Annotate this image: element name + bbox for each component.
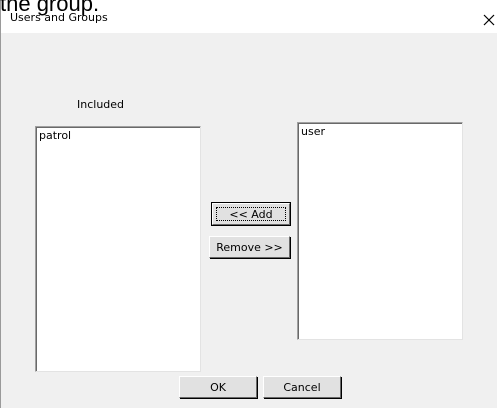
remove-button-label: Remove >> <box>216 240 283 254</box>
ok-button[interactable]: OK <box>179 376 257 398</box>
available-listbox[interactable]: user <box>297 122 463 340</box>
cancel-button[interactable]: Cancel <box>263 376 341 398</box>
remove-button[interactable]: Remove >> <box>209 236 290 258</box>
cancel-button-label: Cancel <box>283 380 321 394</box>
included-label: Included <box>77 98 125 111</box>
users-and-groups-dialog: Users and Groups Included patrol user <<… <box>0 0 497 408</box>
ok-button-label: OK <box>210 380 226 394</box>
caption-text: the group. <box>0 0 100 16</box>
included-listbox[interactable]: patrol <box>35 126 201 372</box>
add-button[interactable]: << Add <box>212 203 290 225</box>
add-button-label: << Add <box>229 207 273 221</box>
list-item-patrol[interactable]: patrol <box>39 129 71 142</box>
list-item-user[interactable]: user <box>301 125 325 138</box>
close-icon[interactable] <box>482 13 496 27</box>
